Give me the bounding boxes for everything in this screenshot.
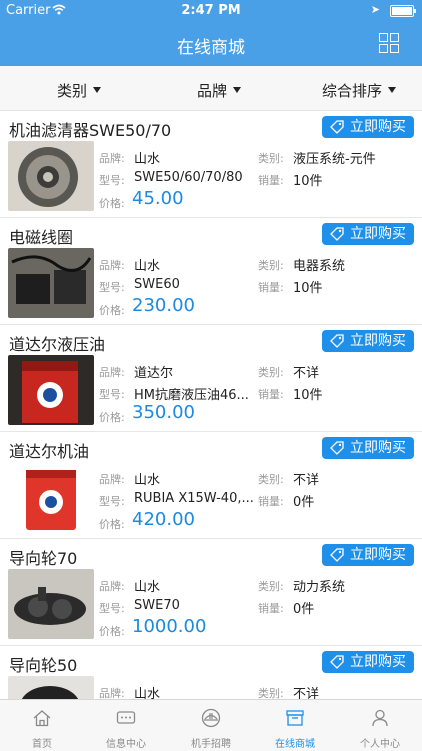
tab-recruitment[interactable]: 机手招聘 <box>169 700 253 751</box>
filter-bar: 类别 品牌 综合排序 <box>0 66 422 111</box>
product-name: 道达尔机油 <box>9 442 90 461</box>
grid-menu-icon[interactable] <box>379 33 399 53</box>
tab-home[interactable]: 首页 <box>0 700 84 751</box>
buy-now-button[interactable]: 立即购买 <box>322 330 414 352</box>
product-price: 350.00 <box>132 402 195 423</box>
product-item[interactable]: 导向轮70 立即购买 品牌: 山水 类别: 动力系统 型号: SWE70 销量:… <box>0 539 422 646</box>
product-image <box>8 141 94 211</box>
product-brand: 山水 <box>134 580 161 595</box>
product-model: SWE50/60/70/80 <box>134 170 243 185</box>
buy-now-button[interactable]: 立即购买 <box>322 223 414 245</box>
product-sales: 10件 <box>293 281 323 296</box>
product-price: 45.00 <box>132 188 184 209</box>
product-model: RUBIA X15W-40,... <box>134 491 254 506</box>
tag-icon <box>330 655 344 669</box>
tag-icon <box>330 120 344 134</box>
product-category: 不详 <box>293 366 320 381</box>
buy-now-button[interactable]: 立即购买 <box>322 437 414 459</box>
navigation-header: Carrier 2:47 PM ➤ 在线商城 <box>0 0 422 66</box>
tab-info-center[interactable]: 信息中心 <box>84 700 168 751</box>
product-sales: 0件 <box>293 602 315 617</box>
product-price: 230.00 <box>132 295 195 316</box>
product-category: 电器系统 <box>293 259 346 274</box>
tab-bar: 首页 信息中心 机手招聘 在线商城 个人中心 <box>0 699 422 751</box>
buy-now-button[interactable]: 立即购买 <box>322 544 414 566</box>
person-icon <box>372 709 388 727</box>
product-brand: 山水 <box>134 152 161 167</box>
page-title: 在线商城 <box>177 38 245 58</box>
tag-icon <box>330 334 344 348</box>
product-item[interactable]: 导向轮50 立即购买 品牌: 山水 类别: 不详 <box>0 646 422 699</box>
location-arrow-icon: ➤ <box>370 3 380 16</box>
buy-now-button[interactable]: 立即购买 <box>322 651 414 673</box>
product-brand: 山水 <box>134 259 161 274</box>
product-category: 不详 <box>293 687 320 699</box>
product-image <box>8 569 94 639</box>
filter-sort[interactable]: 综合排序 <box>322 80 397 101</box>
filter-brand[interactable]: 品牌 <box>197 80 242 101</box>
product-model: HM抗磨液压油46... <box>134 388 249 403</box>
caret-down-icon <box>233 87 242 93</box>
product-image <box>8 248 94 318</box>
product-image <box>8 676 94 699</box>
product-sales: 10件 <box>293 174 323 189</box>
tag-icon <box>330 441 344 455</box>
product-model: SWE60 <box>134 277 180 292</box>
product-sales: 10件 <box>293 388 323 403</box>
tab-online-mall[interactable]: 在线商城 <box>253 700 337 751</box>
caret-down-icon <box>93 87 102 93</box>
battery-icon <box>390 5 416 17</box>
product-item[interactable]: 道达尔机油 立即购买 品牌: 山水 类别: 不详 型号: RUBIA X15W-… <box>0 432 422 539</box>
tag-icon <box>330 227 344 241</box>
product-category: 不详 <box>293 473 320 488</box>
tab-profile[interactable]: 个人中心 <box>338 700 422 751</box>
product-price: 420.00 <box>132 509 195 530</box>
buy-now-button[interactable]: 立即购买 <box>322 116 414 138</box>
product-brand: 道达尔 <box>134 366 174 381</box>
product-image <box>8 462 94 532</box>
product-category: 液压系统-元件 <box>293 152 376 167</box>
product-item[interactable]: 电磁线圈 立即购买 品牌: 山水 类别: 电器系统 型号: SWE60 销量: … <box>0 218 422 325</box>
caret-down-icon <box>388 87 397 93</box>
tag-icon <box>330 548 344 562</box>
product-item[interactable]: 机油滤清器SWE50/70 立即购买 品牌: 山水 类别: 液压系统-元件 型号… <box>0 111 422 218</box>
clock: 2:47 PM <box>181 3 241 18</box>
product-name: 道达尔液压油 <box>9 335 106 354</box>
home-icon <box>33 710 51 727</box>
product-brand: 山水 <box>134 687 161 699</box>
product-name: 电磁线圈 <box>9 228 74 247</box>
filter-category[interactable]: 类别 <box>57 80 102 101</box>
product-image <box>8 355 94 425</box>
product-name: 导向轮50 <box>9 656 78 675</box>
product-name: 机油滤清器SWE50/70 <box>9 121 172 140</box>
product-model: SWE70 <box>134 598 180 613</box>
product-list: 机油滤清器SWE50/70 立即购买 品牌: 山水 类别: 液压系统-元件 型号… <box>0 111 422 699</box>
product-name: 导向轮70 <box>9 549 78 568</box>
helmet-icon <box>201 708 221 728</box>
product-brand: 山水 <box>134 473 161 488</box>
message-icon <box>116 711 136 724</box>
product-price: 1000.00 <box>132 616 207 637</box>
product-sales: 0件 <box>293 495 315 510</box>
product-item[interactable]: 道达尔液压油 立即购买 品牌: 道达尔 类别: 不详 型号: HM抗磨液压油46… <box>0 325 422 432</box>
shop-box-icon <box>286 710 304 726</box>
status-bar: Carrier 2:47 PM ➤ <box>0 0 422 22</box>
product-category: 动力系统 <box>293 580 346 595</box>
